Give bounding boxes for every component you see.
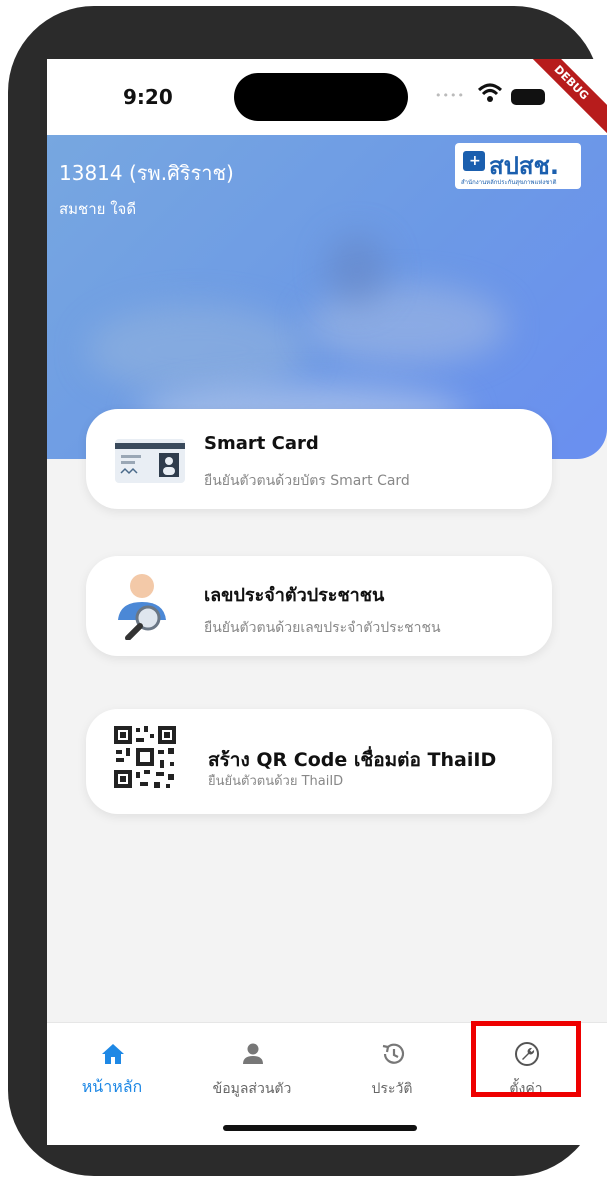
card-title: เลขประจำตัวประชาชน — [204, 585, 385, 606]
status-bar: 9:20 •••• DEBUG — [47, 59, 607, 140]
nav-label: ข้อมูลส่วนตัว — [212, 1081, 292, 1097]
thaiid-qr-option[interactable]: สร้าง QR Code เชื่อมต่อ ThaiID ยืนยันตัว… — [86, 709, 552, 814]
nav-home[interactable]: หน้าหลัก — [47, 1023, 177, 1113]
smart-card-option[interactable]: Smart Card ยืนยันตัวตนด้วยบัตร Smart Car… — [86, 409, 552, 509]
battery-icon — [511, 89, 545, 105]
signal-icon: •••• — [435, 89, 465, 102]
app-screen: 9:20 •••• DEBUG 13814 (รพ.ศิริราช) สมชาย… — [47, 59, 607, 1145]
history-icon — [382, 1043, 405, 1064]
settings-highlight-box — [471, 1021, 581, 1097]
bottom-navigation: หน้าหลัก ข้อมูลส่วนตัว ประวัติ ตั้งค่า — [47, 1021, 607, 1145]
home-indicator — [223, 1125, 417, 1131]
nhso-logo: + สปสช. สำนักงานหลักประกันสุขภาพแห่งชาติ — [455, 143, 581, 189]
home-icon — [102, 1044, 124, 1064]
user-name: สมชาย ใจดี — [59, 200, 137, 218]
logo-subtext: สำนักงานหลักประกันสุขภาพแห่งชาติ — [461, 179, 557, 186]
hospital-name: 13814 (รพ.ศิริราช) — [59, 161, 234, 185]
nav-history[interactable]: ประวัติ — [327, 1023, 457, 1113]
status-time: 9:20 — [123, 85, 173, 109]
card-subtitle: ยืนยันตัวตนด้วยเลขประจำตัวประชาชน — [204, 620, 441, 636]
card-title: Smart Card — [204, 433, 319, 454]
nav-label: ประวัติ — [371, 1081, 413, 1097]
person-icon — [243, 1043, 263, 1064]
phone-frame: 9:20 •••• DEBUG 13814 (รพ.ศิริราช) สมชาย… — [8, 6, 607, 1176]
card-subtitle: ยืนยันตัวตนด้วยบัตร Smart Card — [204, 473, 410, 489]
smart-card-icon — [115, 439, 185, 483]
qr-code-icon — [112, 724, 178, 790]
dynamic-island — [234, 73, 408, 121]
card-subtitle: ยืนยันตัวตนด้วย ThaiID — [208, 774, 344, 789]
wifi-icon — [477, 83, 503, 102]
person-search-icon — [118, 574, 166, 640]
nav-profile[interactable]: ข้อมูลส่วนตัว — [187, 1023, 317, 1113]
citizen-id-option[interactable]: เลขประจำตัวประชาชน ยืนยันตัวตนด้วยเลขประ… — [86, 556, 552, 656]
nav-label: หน้าหลัก — [81, 1077, 143, 1096]
